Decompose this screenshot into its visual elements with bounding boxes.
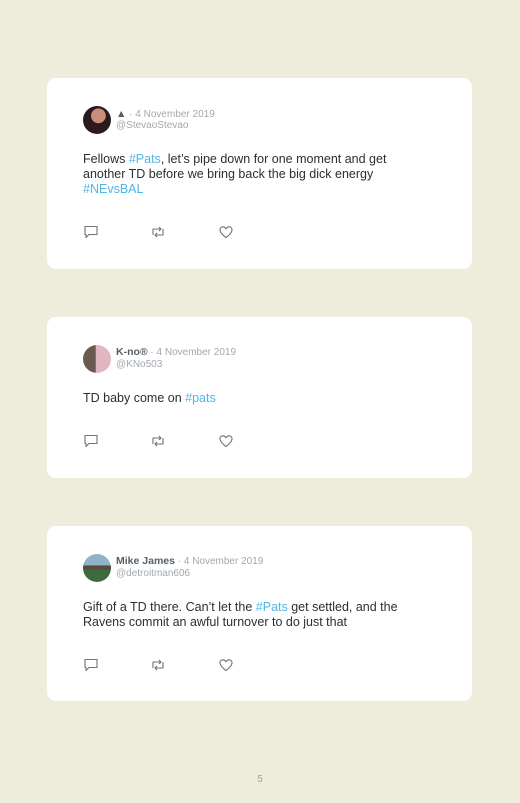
tweet-card: K-no® · 4 November 2019 @KNo503 TD baby …	[47, 317, 472, 478]
reply-icon[interactable]	[83, 657, 99, 673]
like-icon[interactable]	[218, 657, 234, 673]
hashtag-link[interactable]: #Pats	[129, 152, 161, 166]
hashtag-link[interactable]: #Pats	[256, 600, 288, 614]
author-name[interactable]: Mike James	[116, 555, 175, 567]
tweet-date[interactable]: 4 November 2019	[184, 556, 264, 567]
tweet-card: ▲ · 4 November 2019 @StevaoStevao Fellow…	[47, 78, 472, 269]
tweet-text-part: TD baby come on	[83, 391, 186, 405]
avatar[interactable]	[83, 106, 111, 134]
author-handle[interactable]: @StevaoStevao	[116, 120, 188, 131]
retweet-icon[interactable]	[150, 224, 166, 240]
tweet-text: Gift of a TD there. Can’t let the #Pats …	[83, 600, 428, 630]
tweet-text-part: Gift of a TD there. Can’t let the	[83, 600, 256, 614]
tweet-date[interactable]: 4 November 2019	[135, 109, 215, 120]
avatar[interactable]	[83, 554, 111, 582]
author-name[interactable]: ▲	[116, 108, 126, 120]
author-handle[interactable]: @KNo503	[116, 359, 162, 370]
separator: ·	[126, 109, 136, 120]
author-handle[interactable]: @detroitman606	[116, 568, 190, 579]
author-name[interactable]: K-no®	[116, 346, 148, 358]
tweet-text: Fellows #Pats, let’s pipe down for one m…	[83, 152, 428, 197]
page-number: 5	[257, 774, 263, 785]
like-icon[interactable]	[218, 433, 234, 449]
like-icon[interactable]	[218, 224, 234, 240]
tweet-date[interactable]: 4 November 2019	[157, 347, 237, 358]
reply-icon[interactable]	[83, 224, 99, 240]
hashtag-link[interactable]: #NEvsBAL	[83, 182, 143, 196]
retweet-icon[interactable]	[150, 657, 166, 673]
tweet-text: TD baby come on #pats	[83, 391, 428, 406]
reply-icon[interactable]	[83, 433, 99, 449]
tweet-text-part: Fellows	[83, 152, 129, 166]
separator: ·	[174, 556, 184, 567]
separator: ·	[147, 347, 157, 358]
retweet-icon[interactable]	[150, 433, 166, 449]
tweet-card: Mike James · 4 November 2019 @detroitman…	[47, 526, 472, 701]
avatar[interactable]	[83, 345, 111, 373]
hashtag-link[interactable]: #pats	[185, 391, 216, 405]
